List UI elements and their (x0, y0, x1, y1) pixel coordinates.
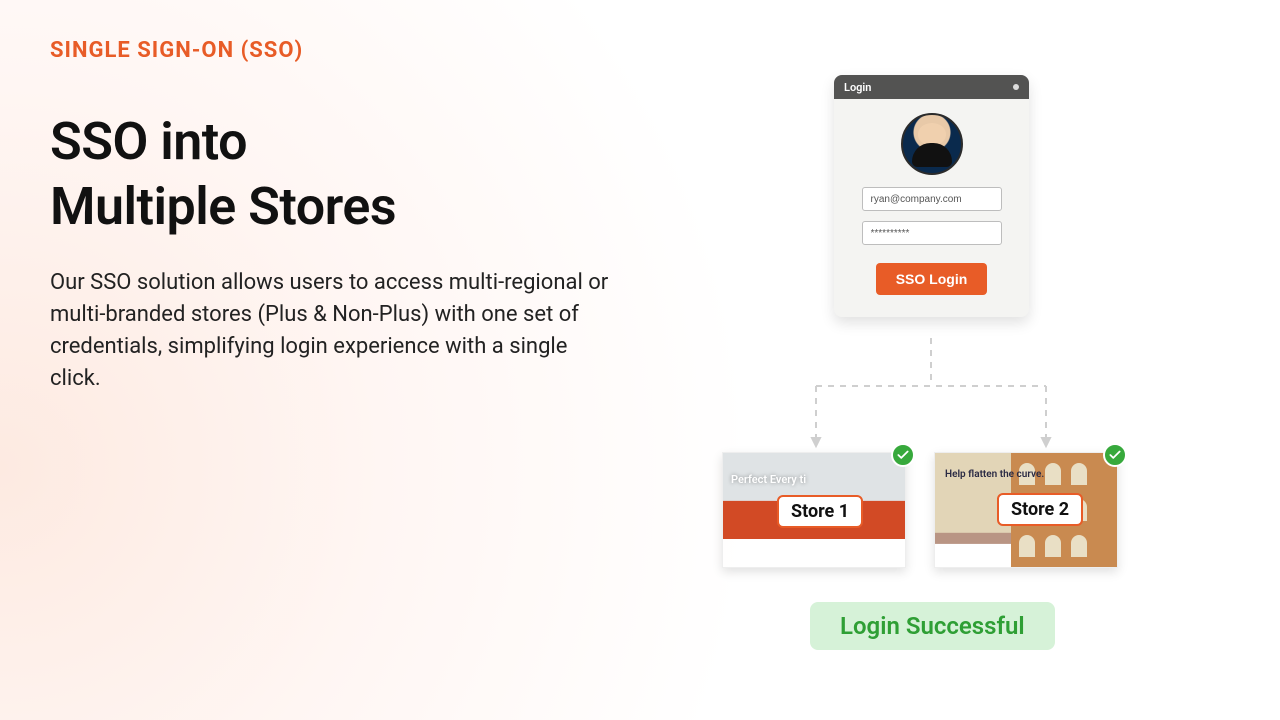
avatar (901, 113, 963, 175)
headline: SSO into Multiple Stores (50, 109, 610, 239)
eyebrow: SINGLE SIGN-ON (SSO) (50, 38, 610, 63)
headline-line-2: Multiple Stores (50, 176, 396, 237)
check-icon (891, 443, 915, 467)
store2-label: Store 2 (997, 493, 1083, 526)
sso-login-button[interactable]: SSO Login (876, 263, 988, 295)
body-copy: Our SSO solution allows users to access … (50, 267, 610, 395)
store1-hero-text: Perfect Every ti (731, 473, 806, 486)
check-icon (1103, 443, 1127, 467)
login-titlebar: Login (834, 75, 1029, 99)
store-preview-1: Perfect Every ti Store 1 (722, 452, 906, 568)
login-title: Login (844, 81, 871, 94)
store-preview-2: Help flatten the curve. Store 2 (934, 452, 1118, 568)
password-field[interactable] (862, 221, 1002, 245)
email-field[interactable] (862, 187, 1002, 211)
headline-line-1: SSO into (50, 111, 247, 172)
connector-lines (720, 338, 1140, 458)
marketing-copy: SINGLE SIGN-ON (SSO) SSO into Multiple S… (50, 38, 610, 395)
store2-hero-text: Help flatten the curve. (945, 469, 1044, 480)
login-success-badge: Login Successful (810, 602, 1055, 650)
store1-label: Store 1 (777, 495, 863, 528)
login-card: Login SSO Login (834, 75, 1029, 317)
window-dot-icon (1013, 84, 1019, 90)
